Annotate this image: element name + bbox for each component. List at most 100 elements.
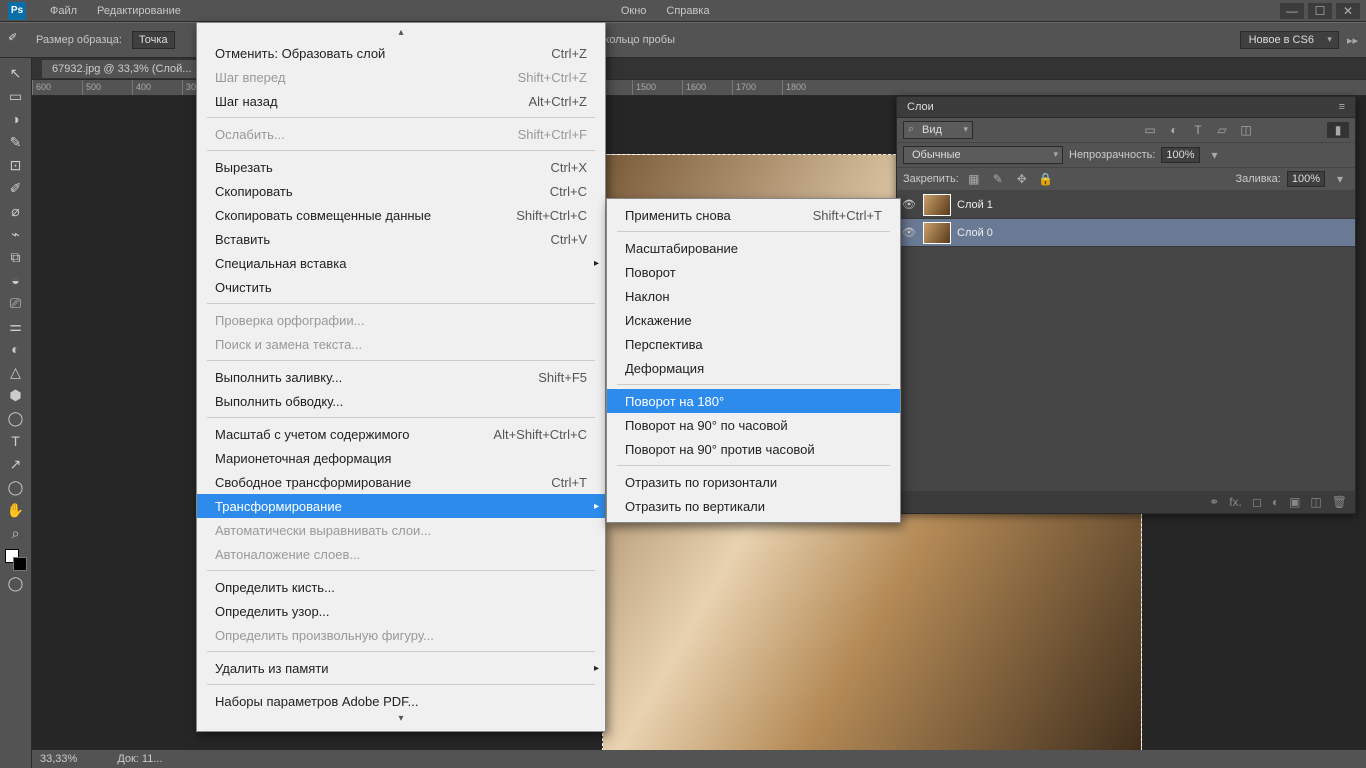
tool-6[interactable]: ⌀ <box>5 200 27 222</box>
tool-20[interactable]: ⌕ <box>5 522 27 544</box>
zoom-readout[interactable]: 33,33% <box>40 753 77 765</box>
tool-19[interactable]: ✋ <box>5 499 27 521</box>
tool-3[interactable]: ✎ <box>5 131 27 153</box>
color-swatches[interactable] <box>5 549 27 571</box>
tool-18[interactable]: ◯ <box>5 476 27 498</box>
tool-13[interactable]: △ <box>5 361 27 383</box>
menu-item[interactable]: Отразить по вертикали <box>607 494 900 518</box>
tool-15[interactable]: ◯ <box>5 407 27 429</box>
menu-item[interactable]: Трансформирование▸ <box>197 494 605 518</box>
menu-item[interactable]: Выполнить обводку... <box>197 389 605 413</box>
menu-item[interactable]: Наборы параметров Adobe PDF... <box>197 689 605 713</box>
menu-item[interactable]: Наклон <box>607 284 900 308</box>
menu-item[interactable]: Применить сноваShift+Ctrl+T <box>607 203 900 227</box>
layer-row[interactable]: 👁 Слой 1 <box>897 191 1355 219</box>
menu-file[interactable]: Файл <box>40 2 87 20</box>
whats-new-dropdown[interactable]: Новое в CS6 <box>1240 31 1339 49</box>
menu-scroll-up[interactable]: ▴ <box>197 27 605 41</box>
lock-paint-icon[interactable]: ✎ <box>989 171 1007 187</box>
menu-item[interactable]: ВставитьCtrl+V <box>197 227 605 251</box>
opacity-arrow-icon[interactable]: ▾ <box>1206 147 1224 163</box>
menu-item[interactable]: Поворот на 90° по часовой <box>607 413 900 437</box>
tool-16[interactable]: T <box>5 430 27 452</box>
fill-arrow-icon[interactable]: ▾ <box>1331 171 1349 187</box>
minimize-button[interactable]: — <box>1280 3 1304 19</box>
tool-2[interactable]: ◑ <box>5 108 27 130</box>
layers-panel-tab[interactable]: Слои ≡ <box>897 97 1355 118</box>
menu-item[interactable]: Определить кисть... <box>197 575 605 599</box>
menu-item[interactable]: Шаг назадAlt+Ctrl+Z <box>197 89 605 113</box>
tool-1[interactable]: ▭ <box>5 85 27 107</box>
delete-layer-icon[interactable]: 🗑 <box>1332 495 1347 509</box>
tool-10[interactable]: ⎚ <box>5 292 27 314</box>
menu-item[interactable]: Масштаб с учетом содержимогоAlt+Shift+Ct… <box>197 422 605 446</box>
tool-5[interactable]: ✐ <box>5 177 27 199</box>
visibility-icon[interactable]: 👁 <box>901 226 917 239</box>
layer-fx-icon[interactable]: fx. <box>1229 495 1242 509</box>
menu-help[interactable]: Справка <box>656 2 719 20</box>
filter-smart-icon[interactable]: ◫ <box>1237 122 1255 138</box>
filter-toggle[interactable]: ▮ <box>1327 122 1349 138</box>
menu-window[interactable]: Окно <box>611 2 657 20</box>
tool-11[interactable]: ⚌ <box>5 315 27 337</box>
tool-12[interactable]: ◐ <box>5 338 27 360</box>
menu-item[interactable]: Свободное трансформированиеCtrl+T <box>197 470 605 494</box>
menu-item[interactable]: Масштабирование <box>607 236 900 260</box>
tool-4[interactable]: ⊡ <box>5 154 27 176</box>
layer-thumbnail[interactable] <box>923 194 951 216</box>
menu-item[interactable]: Поворот <box>607 260 900 284</box>
lock-position-icon[interactable]: ✥ <box>1013 171 1031 187</box>
link-layers-icon[interactable]: ⚭ <box>1209 495 1219 509</box>
menu-item[interactable]: Поворот на 180° <box>607 389 900 413</box>
menu-item[interactable]: Специальная вставка▸ <box>197 251 605 275</box>
menu-scroll-down[interactable]: ▾ <box>197 713 605 727</box>
tool-0[interactable]: ↖ <box>5 62 27 84</box>
tool-8[interactable]: ⧉ <box>5 246 27 268</box>
menu-item[interactable]: Определить узор... <box>197 599 605 623</box>
menu-item[interactable]: Выполнить заливку...Shift+F5 <box>197 365 605 389</box>
tool-9[interactable]: ◒ <box>5 269 27 291</box>
layer-name[interactable]: Слой 1 <box>957 199 993 211</box>
layer-thumbnail[interactable] <box>923 222 951 244</box>
quick-mask-icon[interactable]: ◯ <box>5 572 27 594</box>
maximize-button[interactable]: ☐ <box>1308 3 1332 19</box>
filter-shape-icon[interactable]: ▱ <box>1213 122 1231 138</box>
layer-name[interactable]: Слой 0 <box>957 227 993 239</box>
menu-item[interactable]: Перспектива <box>607 332 900 356</box>
visibility-icon[interactable]: 👁 <box>901 198 917 211</box>
panel-menu-icon[interactable]: ≡ <box>1339 101 1345 113</box>
close-button[interactable]: ✕ <box>1336 3 1360 19</box>
blend-mode[interactable]: Обычные <box>903 146 1063 164</box>
menu-item[interactable]: Скопировать совмещенные данныеShift+Ctrl… <box>197 203 605 227</box>
tool-7[interactable]: ⌁ <box>5 223 27 245</box>
lock-transparent-icon[interactable]: ▦ <box>965 171 983 187</box>
layer-filter-type[interactable]: Вид <box>903 121 973 139</box>
menu-item[interactable]: Удалить из памяти▸ <box>197 656 605 680</box>
lock-all-icon[interactable]: 🔒 <box>1037 171 1055 187</box>
tool-17[interactable]: ↗ <box>5 453 27 475</box>
opacity-value[interactable]: 100% <box>1161 147 1199 163</box>
menu-item[interactable]: Поворот на 90° против часовой <box>607 437 900 461</box>
sample-size-value[interactable]: Точка <box>132 31 175 49</box>
menu-item[interactable]: Отменить: Образовать слойCtrl+Z <box>197 41 605 65</box>
menu-edit[interactable]: Редактирование <box>87 2 191 20</box>
fill-value[interactable]: 100% <box>1287 171 1325 187</box>
filter-adjust-icon[interactable]: ◐ <box>1165 122 1183 138</box>
filter-text-icon[interactable]: T <box>1189 122 1207 138</box>
collapse-icon[interactable]: ▸▸ <box>1347 34 1358 47</box>
menu-item[interactable]: СкопироватьCtrl+C <box>197 179 605 203</box>
doc-info[interactable]: Док: 11... <box>117 753 162 765</box>
menu-item[interactable]: Отразить по горизонтали <box>607 470 900 494</box>
layer-row[interactable]: 👁 Слой 0 <box>897 219 1355 247</box>
tool-14[interactable]: ⬢ <box>5 384 27 406</box>
layer-group-icon[interactable]: ▣ <box>1289 495 1300 509</box>
menu-item[interactable]: Деформация <box>607 356 900 380</box>
menu-item[interactable]: Очистить <box>197 275 605 299</box>
menu-item[interactable]: ВырезатьCtrl+X <box>197 155 605 179</box>
menu-item[interactable]: Искажение <box>607 308 900 332</box>
menu-item[interactable]: Марионеточная деформация <box>197 446 605 470</box>
new-layer-icon[interactable]: ◫ <box>1310 495 1321 509</box>
filter-image-icon[interactable]: ▭ <box>1141 122 1159 138</box>
document-tab[interactable]: 67932.jpg @ 33,3% (Слой... <box>42 60 201 78</box>
adjustment-layer-icon[interactable]: ◐ <box>1272 495 1279 509</box>
